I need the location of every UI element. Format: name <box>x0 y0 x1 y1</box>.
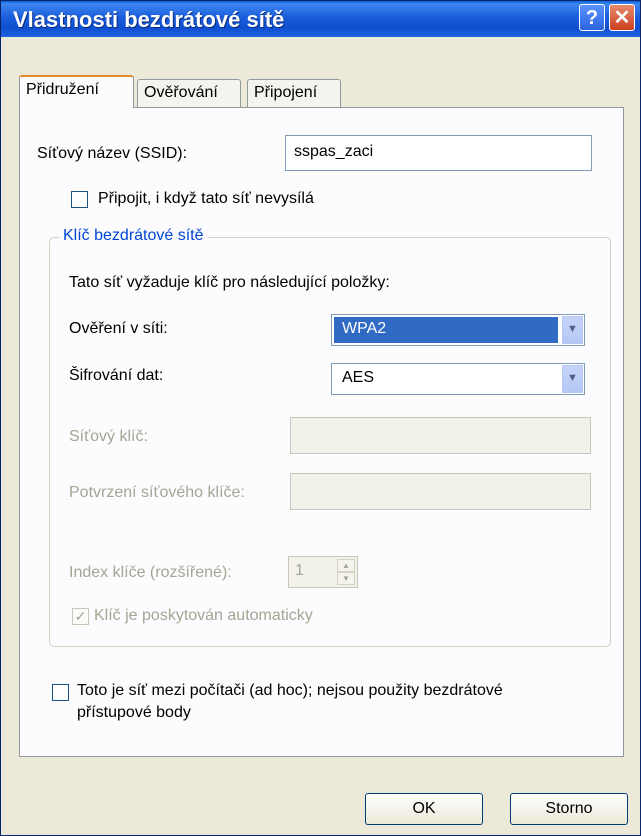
dialog-window: Vlastnosti bezdrátové sítě ? ✕ Přidružen… <box>0 0 641 836</box>
key-required-text: Tato síť vyžaduje klíč pro následující p… <box>69 274 390 291</box>
help-button[interactable]: ? <box>579 4 605 31</box>
confirm-key-input[interactable] <box>290 473 591 510</box>
adhoc-label-line1: Toto je síť mezi počítači (ad hoc); nejs… <box>77 682 503 699</box>
network-auth-dropdown[interactable]: WPA2 ▼ <box>331 314 585 346</box>
key-auto-label: Klíč je poskytován automaticky <box>94 607 313 624</box>
data-encryption-dropdown[interactable]: AES ▼ <box>331 363 585 395</box>
tab-association[interactable]: Přidružení <box>19 75 134 108</box>
connect-hidden-label: Připojit, i když tato síť nevysílá <box>98 190 314 207</box>
network-key-input[interactable] <box>290 417 591 454</box>
spin-down-icon[interactable]: ▼ <box>337 572 355 585</box>
adhoc-label-line2: přístupové body <box>77 704 191 721</box>
spin-up-icon[interactable]: ▲ <box>337 559 355 572</box>
adhoc-checkbox[interactable] <box>52 684 69 701</box>
key-auto-checkbox[interactable]: ✓ <box>72 608 89 625</box>
data-encryption-value: AES <box>342 369 375 386</box>
tab-authentication[interactable]: Ověřování <box>137 79 241 108</box>
chevron-down-icon[interactable]: ▼ <box>562 316 583 344</box>
connect-hidden-checkbox[interactable] <box>71 191 88 208</box>
close-button[interactable]: ✕ <box>609 4 635 31</box>
cancel-button[interactable]: Storno <box>510 793 628 825</box>
network-auth-label: Ověření v síti: <box>69 320 168 337</box>
ssid-label: Síťový název (SSID): <box>37 145 188 162</box>
data-encryption-label: Šifrování dat: <box>69 367 164 384</box>
ssid-input[interactable]: sspas_zaci <box>285 135 592 171</box>
tab-connection[interactable]: Připojení <box>247 79 341 108</box>
key-index-label: Index klíče (rozšířené): <box>69 564 232 581</box>
wireless-key-group-title: Klíč bezdrátové sítě <box>59 227 208 245</box>
ok-button[interactable]: OK <box>365 793 483 825</box>
network-key-label: Síťový klíč: <box>69 428 148 445</box>
network-auth-value: WPA2 <box>334 317 558 343</box>
confirm-key-label: Potvrzení síťového klíče: <box>69 484 245 501</box>
title-bar[interactable]: Vlastnosti bezdrátové sítě ? ✕ <box>1 1 640 37</box>
key-index-spinner[interactable]: 1 ▲ ▼ <box>288 556 358 588</box>
key-index-value: 1 <box>295 562 304 579</box>
chevron-down-icon[interactable]: ▼ <box>562 365 583 393</box>
window-title: Vlastnosti bezdrátové sítě <box>13 7 285 32</box>
